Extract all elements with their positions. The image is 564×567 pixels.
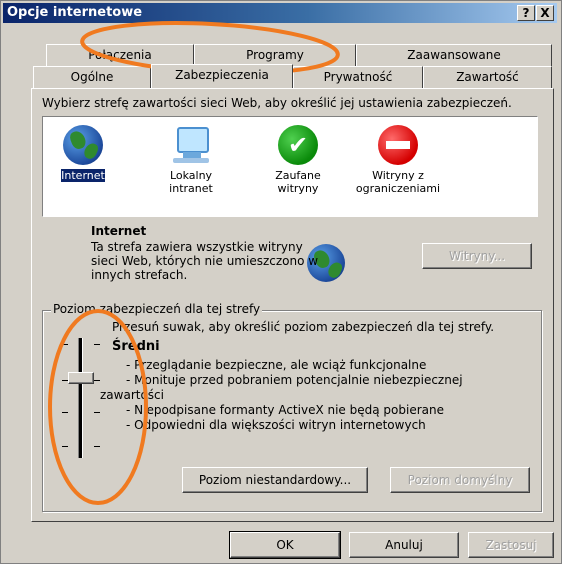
annotation-ellipse-slider: [48, 309, 148, 505]
tab-security[interactable]: Zabezpieczenia: [151, 64, 293, 88]
tab-label: Zabezpieczenia: [175, 68, 269, 82]
